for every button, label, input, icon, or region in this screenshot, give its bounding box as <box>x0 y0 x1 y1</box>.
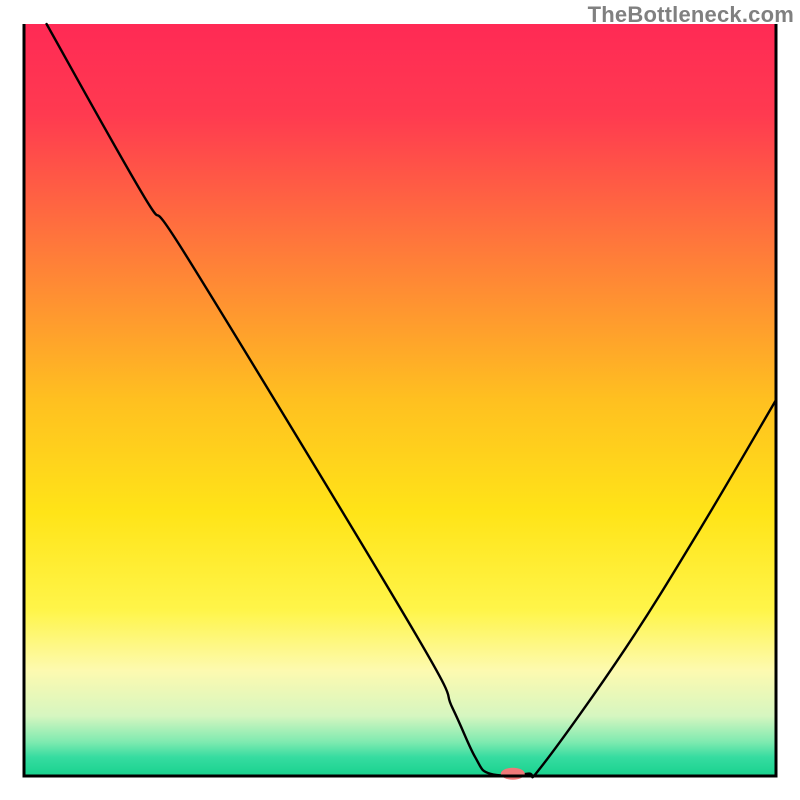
watermark-text: TheBottleneck.com <box>588 2 794 28</box>
chart-container: TheBottleneck.com <box>0 0 800 800</box>
gradient-background <box>24 24 776 776</box>
bottleneck-chart <box>0 0 800 800</box>
plot-area <box>24 24 776 780</box>
optimal-marker <box>501 768 525 780</box>
